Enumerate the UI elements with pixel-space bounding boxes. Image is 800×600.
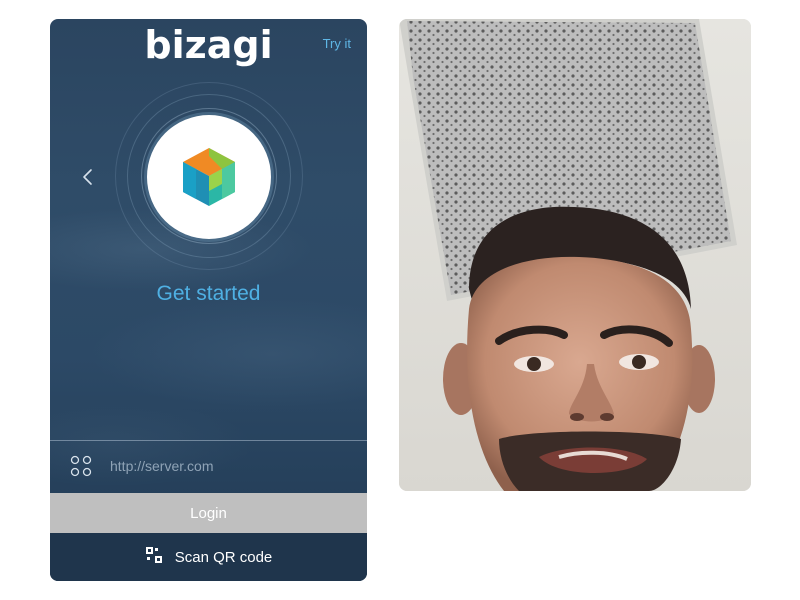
qr-code-icon (145, 546, 163, 569)
chevron-left-icon[interactable] (80, 167, 96, 187)
scan-qr-button[interactable]: Scan QR code (50, 533, 367, 581)
get-started-heading: Get started (156, 282, 261, 305)
login-button[interactable]: Login (50, 493, 367, 533)
brand-logo-text: bizagi (144, 23, 273, 67)
webcam-video-panel (399, 19, 751, 491)
bizagi-cube-logo (183, 148, 235, 206)
app-logo-badge (147, 115, 271, 239)
mobile-app-screen: bizagi Try it Get started http://server.… (50, 19, 367, 581)
server-url-input[interactable] (110, 453, 350, 479)
try-it-link[interactable]: Try it (323, 36, 351, 51)
server-field-row (50, 441, 367, 493)
server-grid-icon (70, 455, 92, 477)
scan-qr-label: Scan QR code (174, 548, 273, 566)
webcam-frame-image (399, 19, 751, 491)
screen: bizagi Try it Get started http://server.… (0, 0, 800, 600)
